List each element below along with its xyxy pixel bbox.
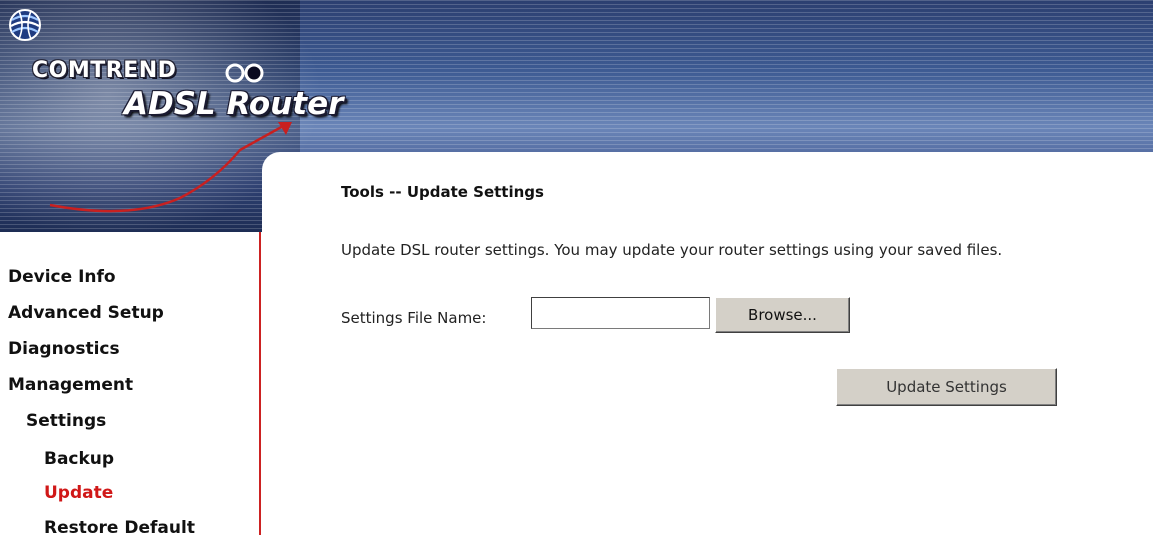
sidebar-nav: Device Info Advanced Setup Diagnostics M… — [0, 232, 261, 538]
sidebar-item-advanced-setup[interactable]: Advanced Setup — [8, 303, 164, 323]
settings-file-label: Settings File Name: — [341, 309, 487, 327]
update-settings-button[interactable]: Update Settings — [836, 368, 1057, 406]
page-description: Update DSL router settings. You may upda… — [341, 241, 1003, 259]
sidebar-item-update[interactable]: Update — [44, 483, 113, 503]
rising-arrow-graphic — [49, 122, 292, 213]
content-panel — [262, 152, 1153, 535]
page-title: Tools -- Update Settings — [341, 183, 544, 201]
settings-file-input[interactable] — [531, 297, 710, 329]
sidebar-item-backup[interactable]: Backup — [44, 449, 114, 469]
brand-logo-text: COMTREND — [32, 58, 177, 83]
sidebar-item-restore-default[interactable]: Restore Default — [44, 518, 195, 538]
comtrend-globe-icon — [9, 9, 41, 41]
sidebar-item-settings[interactable]: Settings — [26, 411, 106, 431]
sidebar-item-diagnostics[interactable]: Diagnostics — [8, 339, 120, 359]
sidebar-item-management[interactable]: Management — [8, 375, 133, 395]
brand-dots-icon — [225, 63, 264, 83]
browse-button[interactable]: Browse... — [715, 297, 850, 333]
sidebar-item-device-info[interactable]: Device Info — [8, 267, 116, 287]
router-web-ui: COMTREND ADSL Router Device Info Advance… — [0, 0, 1153, 538]
